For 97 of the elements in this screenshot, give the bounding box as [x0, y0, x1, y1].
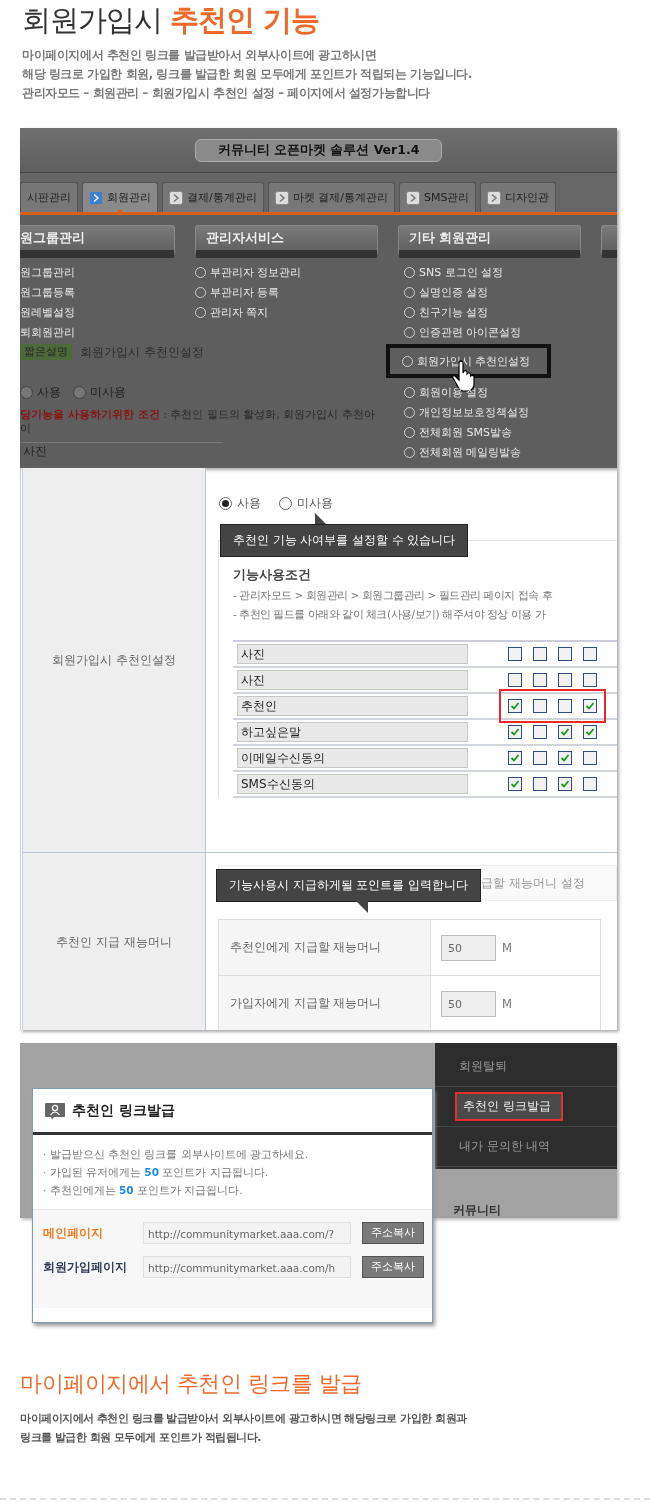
menu-link[interactable]: 추천인 링크발급	[455, 1092, 563, 1121]
menu-item[interactable]: 회원이용 설정	[398, 382, 581, 402]
note-text: · 가입된 유저에게는 50 포인트가 지급됩니다.	[43, 1165, 269, 1180]
checkbox[interactable]	[558, 725, 572, 739]
menu-tab[interactable]: 시판관리	[20, 182, 78, 212]
radio-option[interactable]: 사용	[219, 495, 261, 512]
checkbox[interactable]	[583, 777, 597, 791]
menu-item[interactable]: 관리자 쪽지	[195, 302, 378, 322]
menu-item[interactable]: SNS 로그인 설정	[398, 262, 581, 282]
window-title: 커뮤니티 오픈마켓 솔루션 Ver1.4	[194, 138, 443, 162]
conditions-title: 기능사용조건	[233, 567, 312, 584]
menu-item[interactable]: 실명인증 설정	[398, 282, 581, 302]
field-name: 이메일수신동의	[237, 748, 468, 768]
checkbox[interactable]	[533, 647, 547, 661]
checkbox[interactable]	[558, 699, 572, 713]
unit-label: M	[502, 996, 512, 1011]
amount-field[interactable]: 50	[441, 934, 496, 961]
checkbox[interactable]	[533, 725, 547, 739]
section-label: 커뮤니티	[452, 1203, 502, 1218]
field-name: SMS수신동의	[237, 774, 468, 794]
menu-tab[interactable]: 마켓 결제/통계관리	[267, 182, 395, 212]
url-field[interactable]: http://communitymarket.aaa.com/?	[143, 1222, 351, 1244]
checkbox[interactable]	[508, 699, 522, 713]
menu-link[interactable]: 회원탈퇴	[453, 1055, 513, 1078]
menu-item[interactable]: 원레벨설정	[20, 302, 175, 322]
menu-item[interactable]: 개인정보보호정책설정	[398, 402, 581, 422]
tooltip-pointer	[356, 901, 368, 913]
url-field[interactable]: http://communitymarket.aaa.com/h	[143, 1256, 351, 1278]
short-description-badge: 짧은설명	[20, 344, 72, 360]
field-name: 추천인	[237, 696, 468, 716]
checkbox[interactable]	[558, 673, 572, 687]
setting-label: 회원가입시 추천인설정	[23, 468, 206, 852]
menu-heading: 원그룹관리	[20, 225, 175, 258]
menu-tab[interactable]: 디자인관	[480, 182, 557, 212]
setting-label: 추천인 지급 재능머니	[23, 853, 206, 1030]
menu-tab[interactable]: 회원관리	[82, 182, 158, 212]
section-heading: 마이페이지에서 추천인 링크를 발급	[20, 1370, 363, 1398]
field-name: 하고싶은말	[237, 722, 468, 742]
menu-tab[interactable]: SMS관리	[398, 182, 477, 212]
table-cell: 추천인에게 지급할 재능머니	[219, 920, 431, 975]
copy-button[interactable]: 주소복사	[362, 1222, 424, 1244]
copy-button[interactable]: 주소복사	[362, 1256, 424, 1278]
note-text: · 추천인에게는 50 포인트가 지급됩니다.	[43, 1183, 244, 1198]
menu-item[interactable]: 원그룹관리	[20, 262, 175, 282]
checkbox[interactable]	[508, 777, 522, 791]
menu-item[interactable]: 퇴회원관리	[20, 322, 175, 342]
checkbox[interactable]	[533, 673, 547, 687]
unit-label: M	[502, 940, 512, 955]
checkbox[interactable]	[583, 725, 597, 739]
description-text: 링크를 발급한 회원 모두에게 포인트가 적립됩니다.	[20, 1430, 262, 1446]
menu-item[interactable]: 친구기능 설정	[398, 302, 581, 322]
menu-heading: 기타 회원관리	[398, 225, 581, 258]
checkbox[interactable]	[533, 777, 547, 791]
table-cell: 가입자에게 지급할 재능머니	[219, 976, 431, 1030]
tooltip-pointer	[315, 513, 327, 525]
intro-text: 해당 링크로 가입한 회원, 링크를 발급한 회원 모두에게 포인트가 적립되는 기능입니다.	[22, 66, 473, 83]
page-title: 회원가입시 추천인 기능	[22, 2, 321, 39]
intro-text: 관리자모드 – 회원관리 – 회원가입시 추천인 설정 – 페이지에서 설정가능합니다	[22, 85, 432, 102]
menu-item[interactable]: 부관리자 등록	[195, 282, 378, 302]
checkbox[interactable]	[583, 699, 597, 713]
checkbox[interactable]	[583, 647, 597, 661]
person-icon	[44, 1101, 66, 1120]
checkbox[interactable]	[583, 673, 597, 687]
checkbox[interactable]	[558, 777, 572, 791]
tooltip: 추천인 기능 사여부를 설정할 수 있습니다	[220, 524, 469, 557]
menu-item[interactable]: 인증관련 아이콘설정	[398, 322, 581, 342]
tooltip: 기능사용시 지급하게될 포인트를 입력합니다	[216, 869, 481, 902]
menu-item[interactable]: 전체회원 메일링발송	[398, 442, 581, 462]
amount-field[interactable]: 50	[441, 990, 496, 1017]
checkbox[interactable]	[508, 647, 522, 661]
checkbox[interactable]	[508, 725, 522, 739]
link-label: 메인페이지	[43, 1224, 104, 1242]
condition-text: - 추천인 필드를 아래와 같이 체크(사용/보기) 해주셔야 정상 이용 가	[233, 608, 547, 622]
intro-text: 마이페이지에서 추천인 링크를 발급받아서 외부사이트에 광고하시면	[22, 47, 378, 64]
field-name: 사진	[237, 670, 468, 690]
dialog-title: 추천인 링크발급	[72, 1101, 175, 1120]
menu-heading: 관리자서비스	[195, 225, 378, 258]
link-label: 회원가입페이지	[43, 1258, 128, 1276]
menu-item[interactable]: 원그룹등록	[20, 282, 175, 302]
menu-item[interactable]: 전체회원 SMS발송	[398, 422, 581, 442]
field-name: 사진	[237, 644, 468, 664]
radio-option[interactable]: 미사용	[279, 495, 333, 512]
menu-tab[interactable]: 결제/통계관리	[162, 182, 264, 212]
condition-text: - 관리자모드 > 회원관리 > 회원그룹관리 > 필드관리 페이지 접속 후	[233, 589, 554, 603]
checkbox[interactable]	[583, 751, 597, 765]
checkbox[interactable]	[558, 647, 572, 661]
menu-item[interactable]: 부관리자 정보관리	[195, 262, 378, 282]
checkbox[interactable]	[508, 673, 522, 687]
checkbox[interactable]	[508, 751, 522, 765]
menu-link[interactable]: 내가 문의한 내역	[453, 1135, 557, 1158]
checkbox[interactable]	[558, 751, 572, 765]
checkbox[interactable]	[533, 751, 547, 765]
checkbox[interactable]	[533, 699, 547, 713]
note-text: · 발급받으신 추천인 링크를 외부사이트에 광고하세요.	[43, 1147, 310, 1162]
field-row: 사진	[20, 442, 223, 463]
section-heading: 급할 재능머니 설정	[481, 874, 585, 892]
description-text: 마이페이지에서 추천인 링크를 발급받아서 외부사이트에 광고하시면 해당링크로 가입한 회원과	[20, 1411, 468, 1427]
